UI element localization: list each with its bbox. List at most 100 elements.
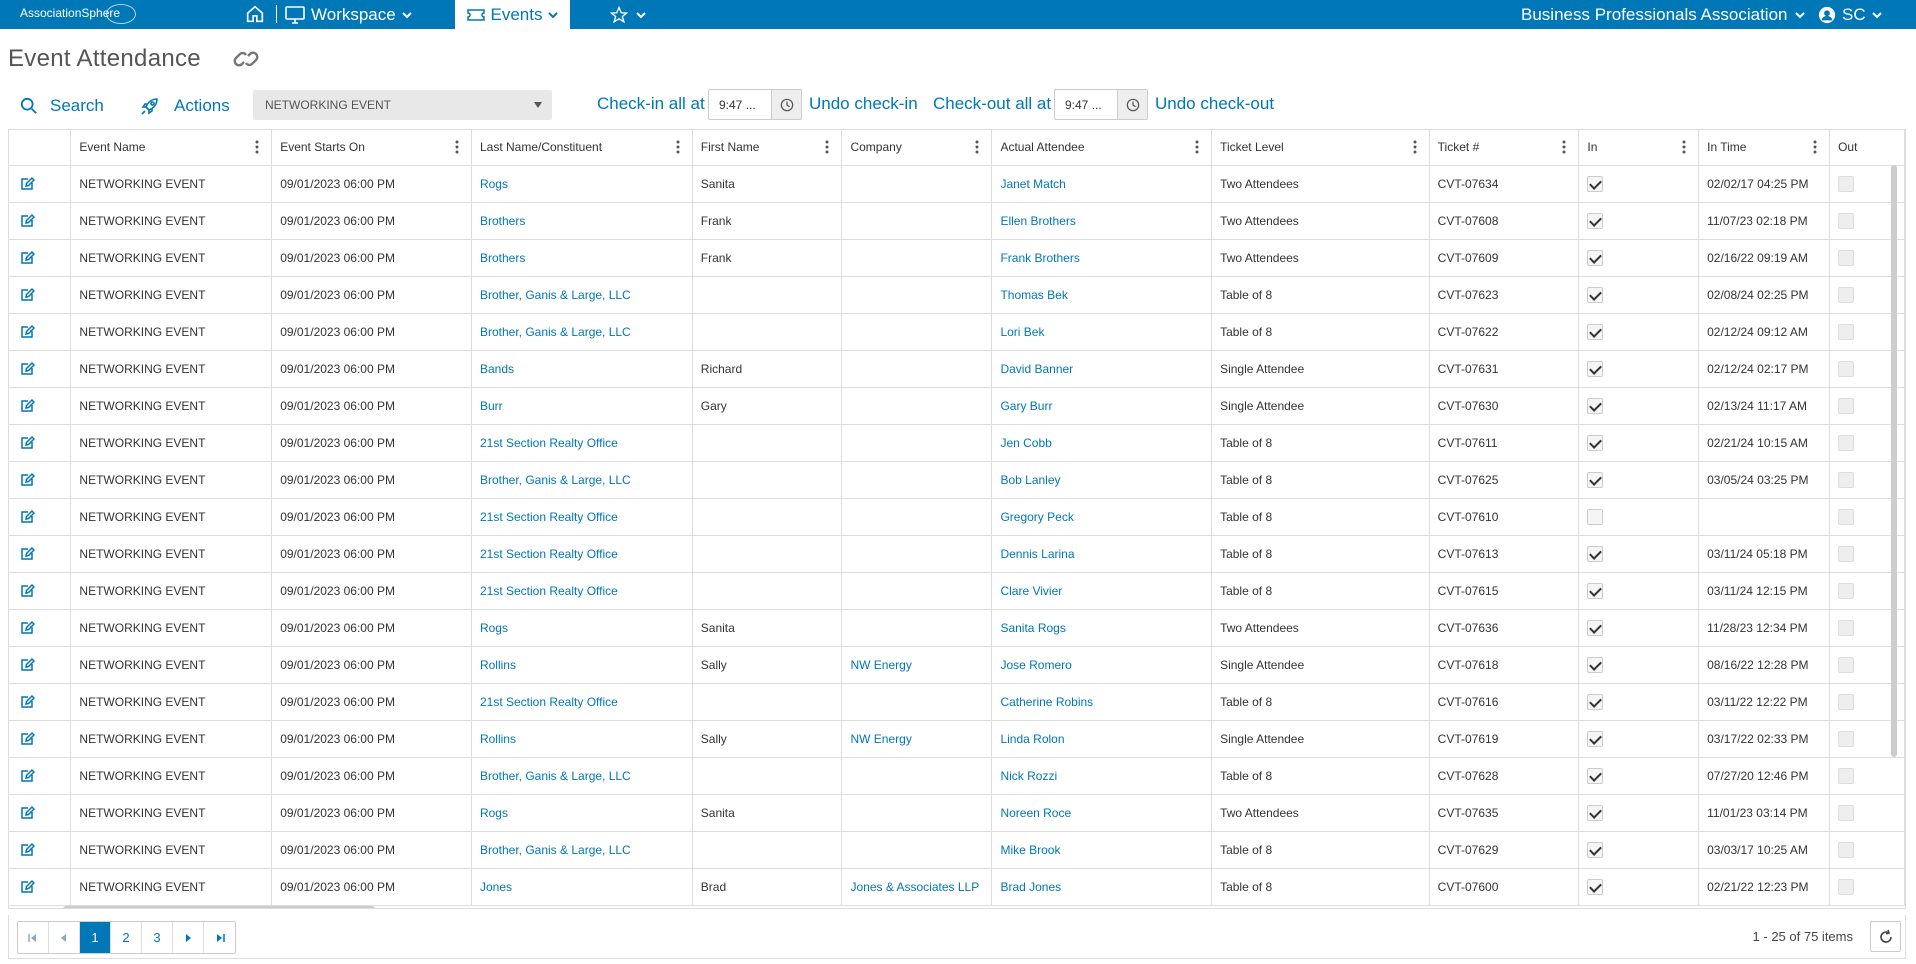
actual-attendee-link[interactable]: Catherine Robins bbox=[991, 683, 1213, 721]
company-link[interactable] bbox=[841, 794, 993, 832]
last-name-link[interactable]: Brothers bbox=[471, 202, 693, 240]
horizontal-scrollbar[interactable] bbox=[63, 906, 375, 908]
edit-icon[interactable] bbox=[19, 472, 36, 488]
edit-icon[interactable] bbox=[19, 435, 36, 451]
last-name-link[interactable]: 21st Section Realty Office bbox=[471, 683, 693, 721]
column-header[interactable]: Ticket Level bbox=[1211, 130, 1430, 166]
edit-icon[interactable] bbox=[19, 176, 36, 192]
edit-icon[interactable] bbox=[19, 361, 36, 377]
table-row[interactable]: NETWORKING EVENT 09/01/2023 06:00 PM Broth… bbox=[9, 202, 1905, 240]
table-row[interactable]: NETWORKING EVENT 09/01/2023 06:00 PM Broth… bbox=[9, 831, 1905, 869]
last-name-link[interactable]: Brother, Ganis & Large, LLC bbox=[471, 831, 693, 869]
last-page-button[interactable] bbox=[204, 922, 235, 953]
workspace-menu[interactable]: Workspace bbox=[285, 0, 412, 29]
event-select[interactable]: NETWORKING EVENT bbox=[253, 90, 552, 120]
checked-out-checkbox[interactable] bbox=[1838, 508, 1855, 525]
checkout-time-picker[interactable]: 9:47 ... bbox=[1054, 89, 1148, 120]
checkout-all-label[interactable]: Check-out all at bbox=[933, 92, 1051, 116]
out-cell[interactable] bbox=[1829, 757, 1905, 795]
checked-in-checkbox[interactable] bbox=[1587, 249, 1604, 266]
checked-out-checkbox[interactable] bbox=[1838, 471, 1855, 488]
checked-out-checkbox[interactable] bbox=[1838, 767, 1855, 784]
checked-in-checkbox[interactable] bbox=[1587, 767, 1604, 784]
column-header[interactable]: Ticket # bbox=[1429, 130, 1580, 166]
checked-out-checkbox[interactable] bbox=[1838, 545, 1855, 562]
company-link[interactable] bbox=[841, 165, 993, 203]
edit-cell[interactable] bbox=[9, 572, 72, 610]
last-name-link[interactable]: Rogs bbox=[471, 165, 693, 203]
checked-out-checkbox[interactable] bbox=[1838, 434, 1855, 451]
vertical-scrollbar[interactable] bbox=[1891, 165, 1897, 757]
last-name-link[interactable]: Jones bbox=[471, 868, 693, 906]
checked-in-checkbox[interactable] bbox=[1587, 730, 1604, 747]
last-name-link[interactable]: Rollins bbox=[471, 720, 693, 758]
in-cell[interactable] bbox=[1578, 276, 1700, 314]
edit-icon[interactable] bbox=[19, 805, 36, 821]
checked-out-checkbox[interactable] bbox=[1838, 804, 1855, 821]
tab-events[interactable]: Events bbox=[455, 0, 570, 29]
page-button[interactable]: 1 bbox=[80, 922, 111, 953]
checked-out-checkbox[interactable] bbox=[1838, 582, 1855, 599]
actual-attendee-link[interactable]: Sanita Rogs bbox=[991, 609, 1213, 647]
actual-attendee-link[interactable]: Gregory Peck bbox=[991, 498, 1213, 536]
checkin-time-picker[interactable]: 9:47 ... bbox=[708, 89, 802, 120]
checked-in-checkbox[interactable] bbox=[1587, 841, 1604, 858]
company-link[interactable]: NW Energy bbox=[841, 646, 993, 684]
in-cell[interactable] bbox=[1578, 239, 1700, 277]
checked-in-checkbox[interactable] bbox=[1587, 804, 1604, 821]
undo-checkout-link[interactable]: Undo check-out bbox=[1155, 92, 1274, 116]
edit-icon[interactable] bbox=[19, 287, 36, 303]
checked-out-checkbox[interactable] bbox=[1838, 323, 1855, 340]
checked-in-checkbox[interactable] bbox=[1587, 286, 1604, 303]
last-name-link[interactable]: Rogs bbox=[471, 609, 693, 647]
company-link[interactable] bbox=[841, 498, 993, 536]
page-button[interactable]: 2 bbox=[111, 922, 142, 953]
in-cell[interactable] bbox=[1578, 350, 1700, 388]
edit-cell[interactable] bbox=[9, 609, 72, 647]
edit-cell[interactable] bbox=[9, 313, 72, 351]
checked-in-checkbox[interactable] bbox=[1587, 878, 1604, 895]
company-link[interactable] bbox=[841, 202, 993, 240]
company-link[interactable] bbox=[841, 461, 993, 499]
favorites-menu[interactable] bbox=[610, 0, 646, 29]
column-header[interactable]: Actual Attendee bbox=[991, 130, 1213, 166]
table-row[interactable]: NETWORKING EVENT 09/01/2023 06:00 PM Bands… bbox=[9, 350, 1905, 388]
column-menu-icon[interactable] bbox=[1682, 140, 1686, 154]
organization-menu[interactable]: Business Professionals Association bbox=[1521, 0, 1806, 29]
actual-attendee-link[interactable]: Brad Jones bbox=[991, 868, 1213, 906]
last-name-link[interactable]: Rollins bbox=[471, 646, 693, 684]
column-menu-icon[interactable] bbox=[255, 140, 259, 154]
edit-cell[interactable] bbox=[9, 498, 72, 536]
table-row[interactable]: NETWORKING EVENT 09/01/2023 06:00 PM Rogs S… bbox=[9, 794, 1905, 832]
company-link[interactable] bbox=[841, 350, 993, 388]
column-menu-icon[interactable] bbox=[1813, 140, 1817, 154]
actual-attendee-link[interactable]: Dennis Larina bbox=[991, 535, 1213, 573]
actual-attendee-link[interactable]: Jen Cobb bbox=[991, 424, 1213, 462]
actual-attendee-link[interactable]: Ellen Brothers bbox=[991, 202, 1213, 240]
column-header[interactable]: Company bbox=[841, 130, 993, 166]
column-header[interactable]: Event Name bbox=[70, 130, 273, 166]
edit-cell[interactable] bbox=[9, 646, 72, 684]
out-cell[interactable] bbox=[1829, 831, 1905, 869]
checked-out-checkbox[interactable] bbox=[1838, 693, 1855, 710]
last-name-link[interactable]: Bands bbox=[471, 350, 693, 388]
company-link[interactable] bbox=[841, 313, 993, 351]
edit-cell[interactable] bbox=[9, 794, 72, 832]
actual-attendee-link[interactable]: David Banner bbox=[991, 350, 1213, 388]
refresh-button[interactable] bbox=[1870, 921, 1901, 952]
last-name-link[interactable]: Rogs bbox=[471, 794, 693, 832]
table-row[interactable]: NETWORKING EVENT 09/01/2023 06:00 PM Broth… bbox=[9, 239, 1905, 277]
checked-in-checkbox[interactable] bbox=[1587, 471, 1604, 488]
link-icon[interactable] bbox=[231, 47, 261, 71]
checked-in-checkbox[interactable] bbox=[1587, 508, 1604, 525]
checked-out-checkbox[interactable] bbox=[1838, 286, 1855, 303]
edit-icon[interactable] bbox=[19, 620, 36, 636]
checkin-all-label[interactable]: Check-in all at bbox=[597, 92, 705, 116]
clock-icon[interactable] bbox=[1117, 90, 1147, 119]
last-name-link[interactable]: 21st Section Realty Office bbox=[471, 535, 693, 573]
checked-out-checkbox[interactable] bbox=[1838, 878, 1855, 895]
first-page-button[interactable] bbox=[18, 922, 49, 953]
page-button[interactable]: 3 bbox=[142, 922, 173, 953]
checked-in-checkbox[interactable] bbox=[1587, 212, 1604, 229]
edit-icon[interactable] bbox=[19, 879, 36, 895]
